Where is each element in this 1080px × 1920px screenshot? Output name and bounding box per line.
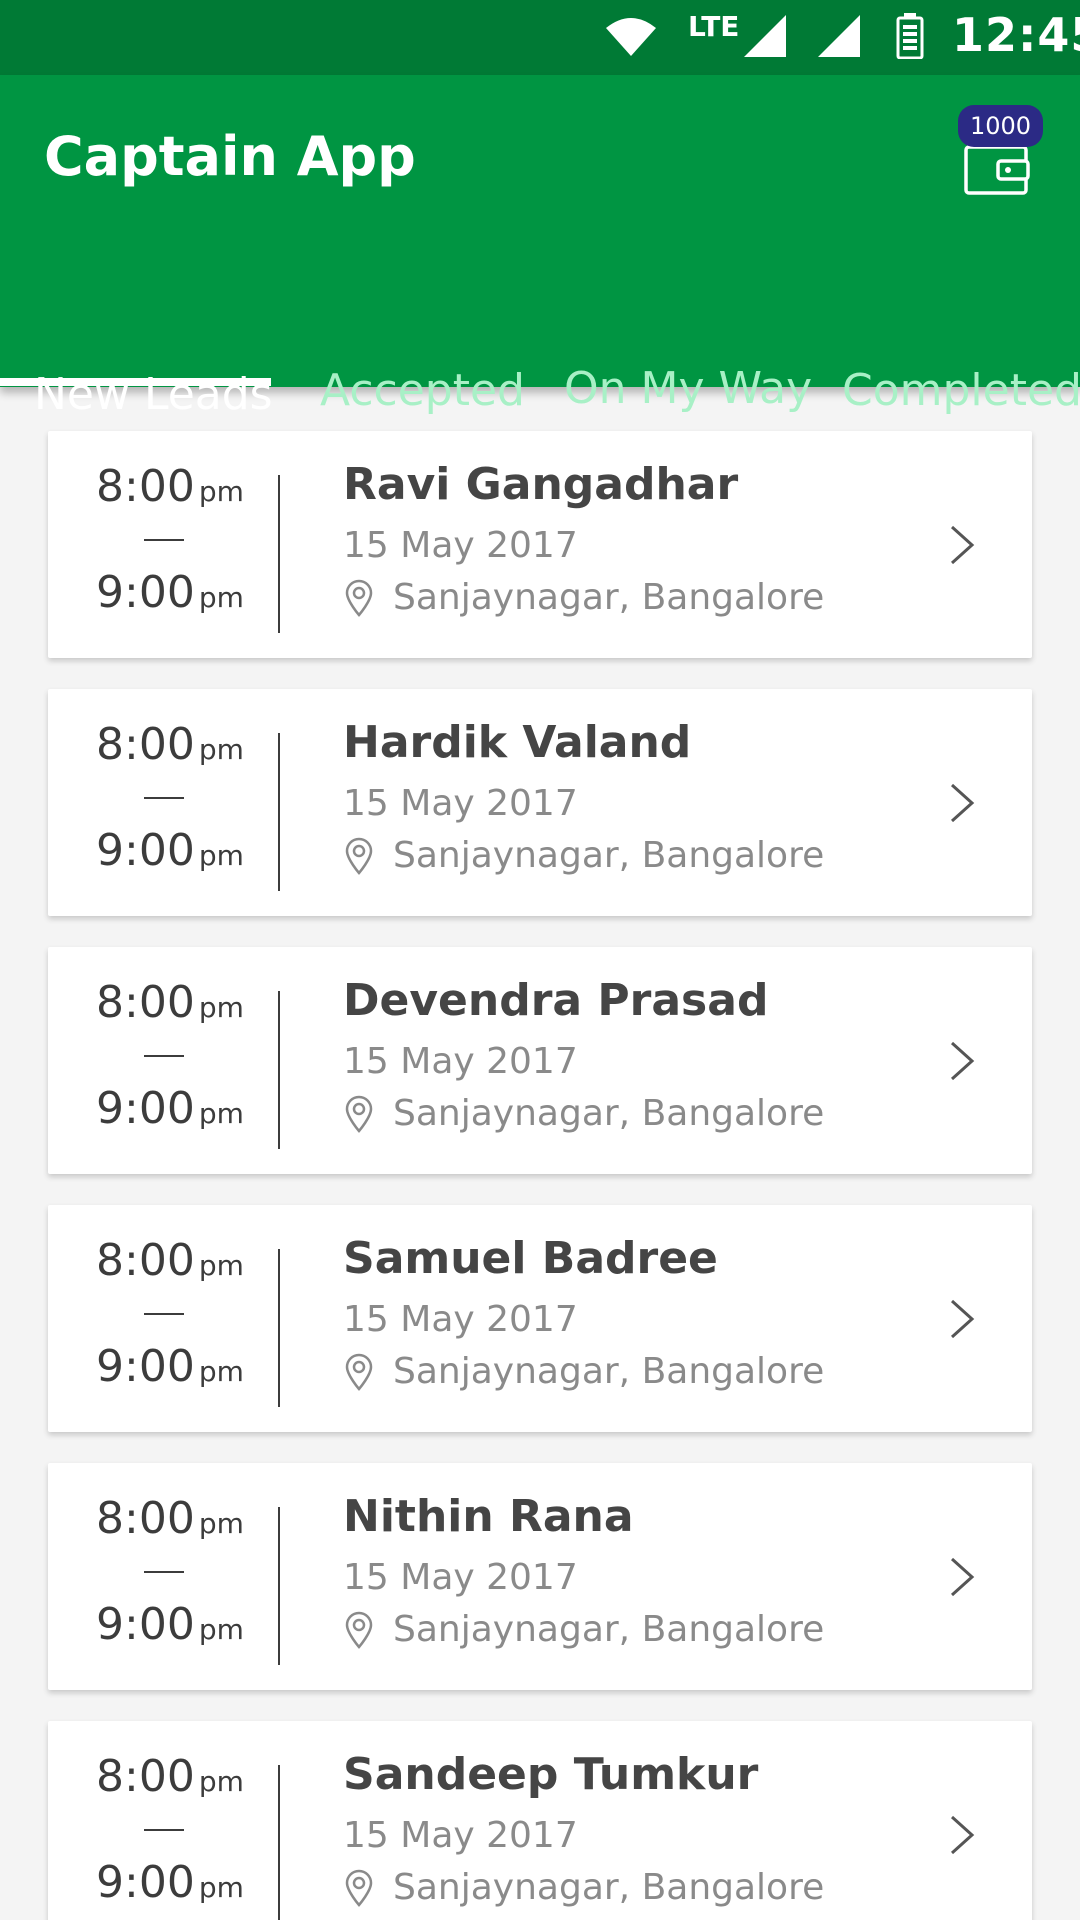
end-time: 9:00 pm — [96, 1341, 244, 1392]
start-time: 8:00 pm — [96, 719, 244, 770]
location-pin-icon — [345, 1095, 373, 1133]
lead-location: Sanjaynagar, Bangalore — [393, 1609, 825, 1650]
lead-date: 15 May 2017 — [343, 783, 578, 824]
card-divider — [278, 733, 280, 891]
chevron-right-icon[interactable] — [948, 1039, 976, 1083]
start-time: 8:00 pm — [96, 1493, 244, 1544]
tab-bar: New Leads Accepted On My Way Completed — [0, 275, 1080, 420]
end-time: 9:00 pm — [96, 825, 244, 876]
chevron-right-icon[interactable] — [948, 1555, 976, 1599]
wallet-balance-badge: 1000 — [958, 105, 1043, 147]
time-slot: 8:00 pm 9:00 pm — [96, 1235, 244, 1405]
start-time: 8:00 pm — [96, 1751, 244, 1802]
location-pin-icon — [345, 1869, 373, 1907]
lead-card[interactable]: 8:00 pm 9:00 pm Nithin Rana 15 May 2017 Sa… — [48, 1463, 1032, 1690]
lead-name: Hardik Valand — [343, 717, 692, 768]
end-time: 9:00 pm — [96, 1857, 244, 1908]
battery-icon — [896, 13, 924, 59]
card-divider — [278, 1249, 280, 1407]
lead-date: 15 May 2017 — [343, 1299, 578, 1340]
lead-location: Sanjaynagar, Bangalore — [393, 1867, 825, 1908]
time-slot: 8:00 pm 9:00 pm — [96, 719, 244, 889]
time-separator — [144, 1055, 184, 1057]
start-time: 8:00 pm — [96, 1235, 244, 1286]
lead-date: 15 May 2017 — [343, 1041, 578, 1082]
chevron-right-icon[interactable] — [948, 1813, 976, 1857]
chevron-right-icon[interactable] — [948, 781, 976, 825]
app-bar: Captain App 1000 New Leads Accepted On M… — [0, 75, 1080, 420]
time-slot: 8:00 pm 9:00 pm — [96, 1493, 244, 1663]
lead-card[interactable]: 8:00 pm 9:00 pm Hardik Valand 15 May 2017 … — [48, 689, 1032, 916]
lead-name: Sandeep Tumkur — [343, 1749, 759, 1800]
app-title: Captain App — [44, 125, 416, 188]
location-pin-icon — [345, 837, 373, 875]
card-divider — [278, 1765, 280, 1920]
location-pin-icon — [345, 1611, 373, 1649]
start-time: 8:00 pm — [96, 461, 244, 512]
location-pin-icon — [345, 579, 373, 617]
end-time: 9:00 pm — [96, 1083, 244, 1134]
network-type: LTE — [688, 10, 740, 43]
lead-card[interactable]: 8:00 pm 9:00 pm Ravi Gangadhar 15 May 2017… — [48, 431, 1032, 658]
lead-location: Sanjaynagar, Bangalore — [393, 1351, 825, 1392]
lead-location: Sanjaynagar, Bangalore — [393, 835, 825, 876]
time-slot: 8:00 pm 9:00 pm — [96, 977, 244, 1147]
active-tab-indicator — [0, 378, 271, 386]
clock: 12:45 — [952, 8, 1080, 62]
signal-icon — [744, 15, 786, 57]
signal-icon — [818, 15, 860, 57]
time-slot: 8:00 pm 9:00 pm — [96, 461, 244, 631]
lead-location: Sanjaynagar, Bangalore — [393, 577, 825, 618]
card-divider — [278, 475, 280, 633]
end-time: 9:00 pm — [96, 1599, 244, 1650]
card-divider — [278, 1507, 280, 1665]
wifi-icon — [606, 18, 656, 56]
lead-name: Devendra Prasad — [343, 975, 769, 1026]
location-pin-icon — [345, 1353, 373, 1391]
lead-name: Samuel Badree — [343, 1233, 718, 1284]
time-separator — [144, 1571, 184, 1573]
time-separator — [144, 1829, 184, 1831]
lead-date: 15 May 2017 — [343, 1557, 578, 1598]
status-bar: LTE 12:45 — [0, 0, 1080, 75]
start-time: 8:00 pm — [96, 977, 244, 1028]
end-time: 9:00 pm — [96, 567, 244, 618]
chevron-right-icon[interactable] — [948, 1297, 976, 1341]
time-slot: 8:00 pm 9:00 pm — [96, 1751, 244, 1920]
lead-date: 15 May 2017 — [343, 1815, 578, 1856]
time-separator — [144, 539, 184, 541]
lead-card[interactable]: 8:00 pm 9:00 pm Devendra Prasad 15 May 201… — [48, 947, 1032, 1174]
lead-card[interactable]: 8:00 pm 9:00 pm Samuel Badree 15 May 2017 … — [48, 1205, 1032, 1432]
chevron-right-icon[interactable] — [948, 523, 976, 567]
card-divider — [278, 991, 280, 1149]
time-separator — [144, 797, 184, 799]
lead-name: Nithin Rana — [343, 1491, 634, 1542]
lead-name: Ravi Gangadhar — [343, 459, 739, 510]
lead-card[interactable]: 8:00 pm 9:00 pm Sandeep Tumkur 15 May 2017… — [48, 1721, 1032, 1920]
lead-list: 8:00 pm 9:00 pm Ravi Gangadhar 15 May 2017… — [0, 387, 1080, 1920]
lead-location: Sanjaynagar, Bangalore — [393, 1093, 825, 1134]
time-separator — [144, 1313, 184, 1315]
lead-date: 15 May 2017 — [343, 525, 578, 566]
